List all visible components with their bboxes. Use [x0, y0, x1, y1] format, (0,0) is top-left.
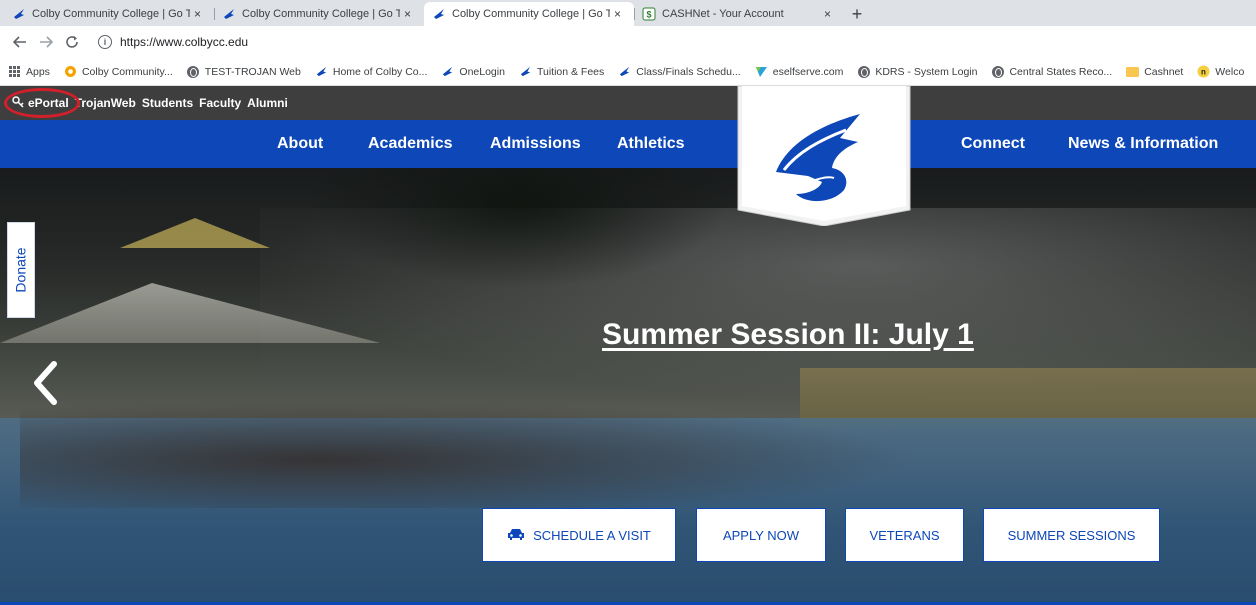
bookmarks-bar: Apps Colby Community... TEST-TROJAN Web … — [0, 58, 1256, 86]
nav-news-information[interactable]: News & Information — [1068, 120, 1218, 168]
back-arrow-icon[interactable] — [10, 32, 30, 52]
url-text: https://www.colbycc.edu — [120, 35, 249, 49]
schedule-visit-button[interactable]: SCHEDULE A VISIT — [482, 508, 676, 562]
web-page: ePortal TrojanWeb Students Faculty Alumn… — [0, 86, 1256, 605]
trojan-favicon-icon — [222, 7, 236, 21]
hero-palm — [310, 168, 730, 288]
students-link[interactable]: Students — [142, 96, 193, 110]
svg-text:$: $ — [646, 10, 651, 20]
browser-tab-active[interactable]: Colby Community College | Go T × — [424, 2, 634, 26]
browser-tab[interactable]: Colby Community College | Go T × — [214, 2, 424, 26]
close-icon[interactable]: × — [194, 7, 206, 21]
bookmark-item[interactable]: n Welco — [1197, 65, 1244, 78]
utility-bar: ePortal TrojanWeb Students Faculty Alumn… — [0, 86, 1256, 120]
globe-icon — [857, 65, 870, 78]
site-info-icon[interactable]: i — [98, 35, 112, 49]
apply-now-button[interactable]: APPLY NOW — [696, 508, 826, 562]
chevron-left-icon — [34, 361, 57, 405]
bookmark-folder[interactable]: Cashnet — [1126, 65, 1183, 78]
trojan-icon — [618, 65, 631, 78]
globe-icon — [991, 65, 1004, 78]
browser-toolbar: i https://www.colbycc.edu — [0, 26, 1256, 58]
eselfserve-icon — [755, 65, 768, 78]
carousel-prev-button[interactable] — [30, 358, 60, 408]
svg-text:n: n — [1201, 68, 1206, 77]
trojan-icon — [315, 65, 328, 78]
lifebuoy-icon — [64, 65, 77, 78]
bookmark-item[interactable]: Home of Colby Co... — [315, 65, 427, 78]
bookmark-item[interactable]: OneLogin — [441, 65, 505, 78]
tab-title: CASHNet - Your Account — [662, 8, 784, 20]
globe-icon — [187, 65, 200, 78]
bookmark-item[interactable]: Class/Finals Schedu... — [618, 65, 741, 78]
trojanweb-link[interactable]: TrojanWeb — [75, 96, 136, 110]
tab-title: Colby Community College | Go T — [242, 8, 400, 20]
close-icon[interactable]: × — [404, 7, 416, 21]
highlight-circle — [4, 87, 80, 118]
tab-title: Colby Community College | Go T — [32, 8, 190, 20]
browser-tab[interactable]: Colby Community College | Go T × — [4, 2, 214, 26]
hero-umbrella-yellow — [120, 218, 270, 248]
n-badge-icon: n — [1197, 65, 1210, 78]
trojan-favicon-icon — [432, 7, 446, 21]
donate-label: Donate — [13, 247, 29, 293]
bookmark-item[interactable]: Central States Reco... — [991, 65, 1112, 78]
veterans-button[interactable]: VETERANS — [845, 508, 964, 562]
new-tab-button[interactable]: + — [844, 2, 870, 26]
forward-arrow-icon[interactable] — [36, 32, 56, 52]
cashnet-favicon-icon: $ — [642, 7, 656, 21]
bookmark-item[interactable]: Colby Community... — [64, 65, 173, 78]
nav-about[interactable]: About — [277, 120, 323, 168]
nav-athletics[interactable]: Athletics — [617, 120, 685, 168]
nav-connect[interactable]: Connect — [961, 120, 1025, 168]
apps-grid-icon — [8, 65, 21, 78]
folder-icon — [1126, 65, 1140, 78]
address-bar[interactable]: i https://www.colbycc.edu — [98, 30, 248, 54]
browser-tab-strip: Colby Community College | Go T × Colby C… — [0, 0, 1256, 26]
summer-sessions-button[interactable]: SUMMER SESSIONS — [983, 508, 1160, 562]
browser-tab[interactable]: $ CASHNet - Your Account × — [634, 2, 844, 26]
donate-tab[interactable]: Donate — [7, 222, 35, 318]
college-crest-logo[interactable] — [736, 86, 912, 226]
car-icon — [507, 527, 525, 544]
hero-crowd — [20, 388, 1020, 508]
close-icon[interactable]: × — [614, 7, 626, 21]
faculty-link[interactable]: Faculty — [199, 96, 241, 110]
nav-admissions[interactable]: Admissions — [490, 120, 581, 168]
hero-headline-link[interactable]: Summer Session II: July 1 — [602, 318, 974, 352]
bookmark-item[interactable]: KDRS - System Login — [857, 65, 977, 78]
tab-title: Colby Community College | Go T — [452, 8, 610, 20]
bookmark-item[interactable]: Tuition & Fees — [519, 65, 604, 78]
close-icon[interactable]: × — [824, 7, 836, 21]
alumni-link[interactable]: Alumni — [247, 96, 288, 110]
hero-carousel: Donate Summer Session II: July 1 SCHEDUL… — [0, 168, 1256, 602]
reload-icon[interactable] — [62, 32, 82, 52]
trojan-icon — [441, 65, 454, 78]
main-navigation: About Academics Admissions Athletics Con… — [0, 120, 1256, 168]
bookmark-item[interactable]: eselfserve.com — [755, 65, 843, 78]
eportal-link-wrapper: ePortal — [4, 87, 80, 118]
nav-academics[interactable]: Academics — [368, 120, 453, 168]
bookmark-item[interactable]: TEST-TROJAN Web — [187, 65, 301, 78]
trojan-icon — [519, 65, 532, 78]
trojan-favicon-icon — [12, 7, 26, 21]
bookmark-apps[interactable]: Apps — [8, 65, 50, 78]
